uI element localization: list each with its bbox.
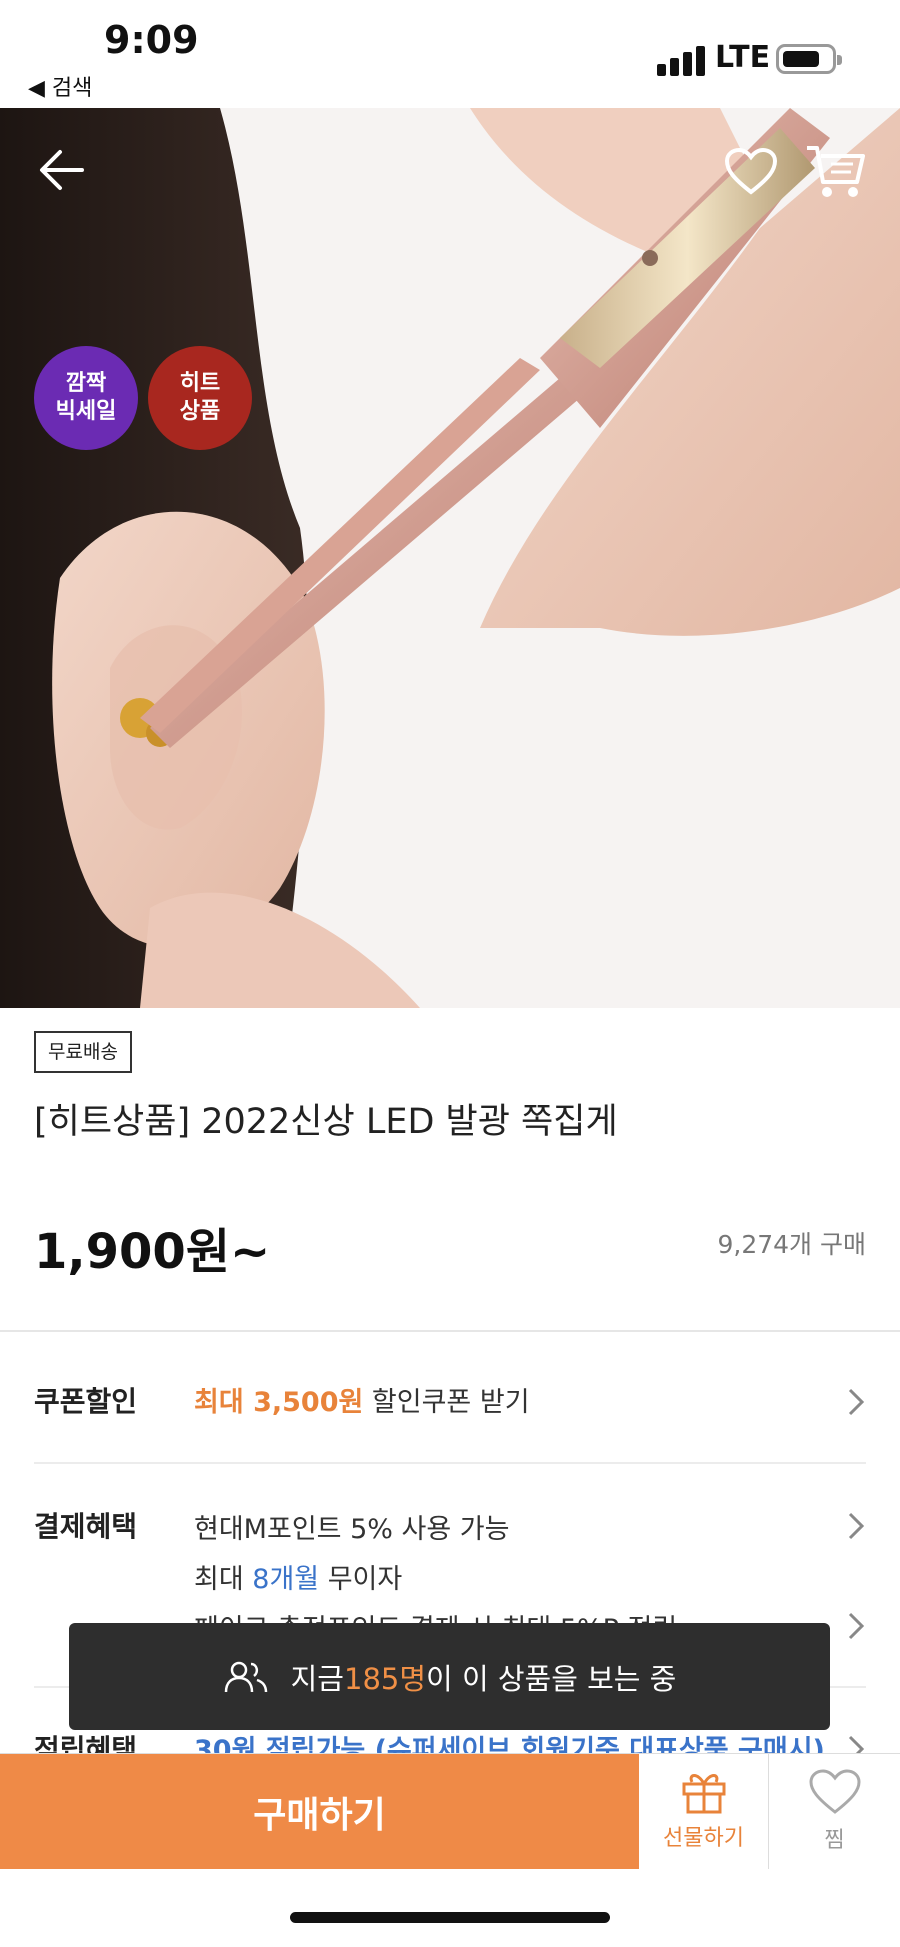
viewers-toast: 지금 185명 이 이 상품을 보는 중 — [69, 1623, 830, 1730]
clock: 9:09 — [104, 18, 199, 62]
home-indicator — [290, 1912, 610, 1923]
wishlist-button-label: 찜 — [824, 1828, 845, 1853]
heart-icon[interactable] — [723, 146, 779, 198]
chevron-right-icon[interactable] — [846, 1610, 866, 1642]
big-sale-badge: 깜짝 빅세일 — [34, 346, 138, 450]
payment-label: 결제혜택 — [34, 1510, 138, 1543]
hit-product-badge-label: 히트 상품 — [179, 371, 221, 424]
product-price: 1,900원~ — [34, 1224, 271, 1280]
wishlist-button[interactable]: 찜 — [769, 1754, 900, 1869]
hit-product-badge: 히트 상품 — [148, 346, 252, 450]
coupon-label: 쿠폰할인 — [34, 1385, 138, 1418]
section-divider — [0, 1330, 900, 1332]
status-bar: 9:09 ◀ 검색 LTE — [0, 0, 900, 108]
payment-line-2-prefix: 최대 — [194, 1564, 253, 1595]
viewer-count: 185명 — [344, 1661, 427, 1696]
chevron-right-icon[interactable] — [846, 1510, 866, 1542]
payment-line-1: 현대M포인트 5% 사용 가능 — [194, 1514, 510, 1545]
coupon-desc: 할인쿠폰 받기 — [363, 1387, 530, 1418]
gift-icon — [682, 1774, 725, 1814]
row-divider — [34, 1462, 866, 1464]
heart-outline-icon — [808, 1769, 861, 1814]
signal-icon — [657, 44, 705, 76]
purchase-count: 9,274개 구매 — [717, 1230, 866, 1259]
payment-line-2-suffix: 무이자 — [319, 1564, 403, 1595]
installment-months: 8개월 — [252, 1564, 320, 1595]
product-photo-illustration — [0, 108, 900, 1008]
toast-prefix: 지금 — [290, 1661, 344, 1696]
buy-button[interactable]: 구매하기 — [0, 1754, 639, 1869]
back-to-search-link[interactable]: ◀ 검색 — [28, 70, 92, 102]
product-image[interactable]: 깜짝 빅세일 히트 상품 — [0, 108, 900, 1008]
chevron-right-icon[interactable] — [846, 1386, 866, 1418]
free-shipping-tag: 무료배송 — [34, 1031, 132, 1073]
back-arrow-icon[interactable] — [36, 144, 88, 196]
product-title: [히트상품] 2022신상 LED 발광 쪽집게 — [34, 1102, 618, 1142]
coupon-amount: 최대 3,500원 — [194, 1387, 364, 1418]
toast-suffix: 이 이 상품을 보는 중 — [426, 1661, 677, 1696]
battery-icon — [776, 44, 842, 74]
payment-line-2: 최대 8개월 무이자 — [194, 1557, 402, 1596]
bottom-action-bar: 구매하기 선물하기 찜 — [0, 1753, 900, 1869]
gift-button[interactable]: 선물하기 — [639, 1754, 769, 1869]
coupon-text: 최대 3,500원 할인쿠폰 받기 — [194, 1380, 530, 1419]
network-label: LTE — [715, 40, 771, 75]
people-icon — [224, 1661, 267, 1692]
gift-button-label: 선물하기 — [663, 1826, 744, 1851]
big-sale-badge-label: 깜짝 빅세일 — [55, 371, 117, 424]
cart-icon[interactable] — [803, 142, 867, 202]
